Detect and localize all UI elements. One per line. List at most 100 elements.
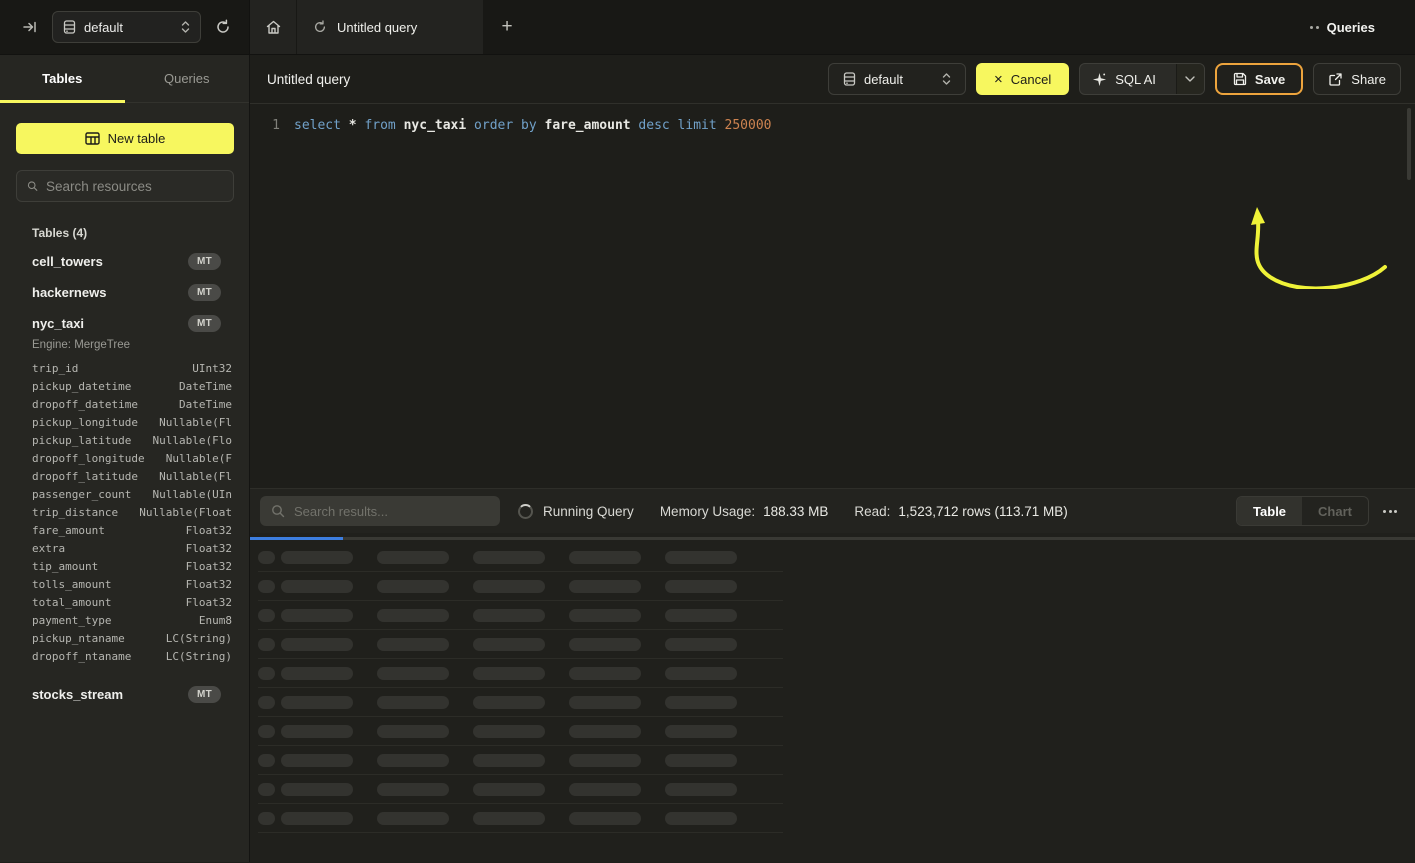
column-name: tip_amount: [32, 560, 98, 573]
column-type: Float32: [186, 542, 232, 555]
query-header: Untitled query default: [250, 55, 1415, 104]
column-type: Enum8: [199, 614, 232, 627]
tab-untitled-query[interactable]: Untitled query: [297, 0, 483, 54]
view-tab-chart-label: Chart: [1318, 504, 1352, 519]
engine-badge: MT: [188, 686, 221, 703]
table-item-cell_towers[interactable]: cell_towersMT: [0, 246, 249, 277]
database-icon: [843, 72, 856, 86]
view-tab-table[interactable]: Table: [1237, 497, 1302, 525]
view-tab-table-label: Table: [1253, 504, 1286, 519]
code-line[interactable]: 1 select * from nyc_taxi order by fare_a…: [250, 118, 1415, 133]
column-type: Nullable(Fl: [159, 470, 232, 483]
query-progress-bar: [250, 537, 1415, 540]
sidebar-tab-tables-label: Tables: [42, 71, 82, 86]
column-row: extraFloat32: [0, 539, 249, 557]
sidebar-collapse-button[interactable]: [18, 15, 42, 39]
results-panel: Running Query Memory Usage: 188.33 MB Re…: [250, 488, 1415, 862]
column-type: Nullable(Float: [139, 506, 232, 519]
skeleton-row: [258, 746, 783, 775]
skeleton-row: [258, 804, 783, 833]
column-name: fare_amount: [32, 524, 105, 537]
query-database-selector[interactable]: default: [828, 63, 966, 95]
skeleton-cell: [473, 667, 545, 680]
chevron-down-icon: [1185, 76, 1195, 82]
skeleton-cell: [665, 725, 737, 738]
skeleton-cell: [473, 609, 545, 622]
queries-shortcut-label: Queries: [1327, 20, 1375, 35]
new-table-button[interactable]: New table: [16, 123, 234, 154]
database-selector[interactable]: default: [52, 11, 201, 43]
sql-ai-dropdown[interactable]: [1176, 64, 1204, 94]
memory-usage-value: 188.33 MB: [763, 504, 828, 519]
resource-search-input[interactable]: [46, 179, 223, 194]
annotation-arrow: [990, 149, 1410, 289]
sidebar: Tables Queries New table: [0, 55, 250, 862]
tables-section-label: Tables (4): [32, 226, 233, 240]
topbar-right: Queries: [531, 0, 1415, 54]
column-name: trip_distance: [32, 506, 118, 519]
table-item-hackernews[interactable]: hackernewsMT: [0, 277, 249, 308]
table-name: cell_towers: [32, 254, 103, 269]
sidebar-tab-tables[interactable]: Tables: [0, 55, 125, 102]
sql-token: select: [294, 118, 341, 133]
column-row: trip_distance Nullable(Float: [0, 503, 249, 521]
skeleton-cell: [377, 667, 449, 680]
editor-scrollbar[interactable]: [1407, 108, 1411, 180]
sql-ai-main[interactable]: SQL AI: [1080, 64, 1168, 94]
results-search-input[interactable]: [294, 504, 489, 519]
topbar-left: default: [0, 0, 250, 54]
query-progress-fill: [250, 537, 343, 540]
skeleton-cell: [569, 580, 641, 593]
queries-shortcut[interactable]: Queries: [1310, 20, 1375, 35]
skeleton-row: [258, 543, 783, 572]
skeleton-cell: [281, 696, 353, 709]
view-tab-chart[interactable]: Chart: [1302, 497, 1368, 525]
column-row: pickup_datetimeDateTime: [0, 377, 249, 395]
table-icon: [85, 132, 100, 145]
column-row: payment_typeEnum8: [0, 611, 249, 629]
sql-token: [537, 118, 545, 133]
sql-token: from: [364, 118, 395, 133]
table-item-stocks_stream[interactable]: stocks_streamMT: [0, 679, 249, 710]
column-type: Float32: [186, 596, 232, 609]
cancel-button[interactable]: × Cancel: [976, 63, 1069, 95]
sql-ai-button[interactable]: SQL AI: [1079, 63, 1205, 95]
new-tab-button[interactable]: +: [483, 0, 531, 54]
new-table-label: New table: [108, 131, 166, 146]
close-icon: ×: [994, 72, 1003, 87]
skeleton-cell: [569, 783, 641, 796]
results-search[interactable]: [260, 496, 500, 526]
sql-token: 250000: [725, 118, 772, 133]
save-button[interactable]: Save: [1215, 63, 1303, 95]
sql-token: desc limit: [638, 118, 716, 133]
skeleton-cell: [258, 696, 275, 709]
column-type: Nullable(F: [166, 452, 232, 465]
home-button[interactable]: [250, 0, 296, 54]
column-type: Nullable(Fl: [159, 416, 232, 429]
table-item-nyc_taxi[interactable]: nyc_taxiMT: [0, 308, 249, 339]
app-root: default: [0, 0, 1415, 862]
more-options-button[interactable]: [1379, 504, 1401, 519]
share-button[interactable]: Share: [1313, 63, 1401, 95]
skeleton-cell: [281, 580, 353, 593]
tabstrip: Untitled query +: [250, 0, 531, 54]
skeleton-cell: [377, 609, 449, 622]
skeleton-cell: [473, 696, 545, 709]
column-name: tolls_amount: [32, 578, 111, 591]
skeleton-cell: [473, 783, 545, 796]
skeleton-cell: [473, 725, 545, 738]
table-name: hackernews: [32, 285, 106, 300]
column-row: pickup_longitudeNullable(Fl: [0, 413, 249, 431]
memory-usage-label: Memory Usage:: [660, 504, 755, 519]
column-type: Float32: [186, 578, 232, 591]
sql-editor[interactable]: 1 select * from nyc_taxi order by fare_a…: [250, 104, 1415, 488]
refresh-button[interactable]: [211, 15, 235, 39]
sidebar-tab-queries[interactable]: Queries: [125, 55, 250, 102]
search-icon: [271, 504, 285, 518]
column-row: pickup_latitudeNullable(Flo: [0, 431, 249, 449]
sql-token: fare_amount: [545, 118, 631, 133]
column-row: passenger_countNullable(UIn: [0, 485, 249, 503]
skeleton-cell: [569, 725, 641, 738]
resource-search[interactable]: [16, 170, 234, 202]
query-status: Running Query: [543, 504, 634, 519]
